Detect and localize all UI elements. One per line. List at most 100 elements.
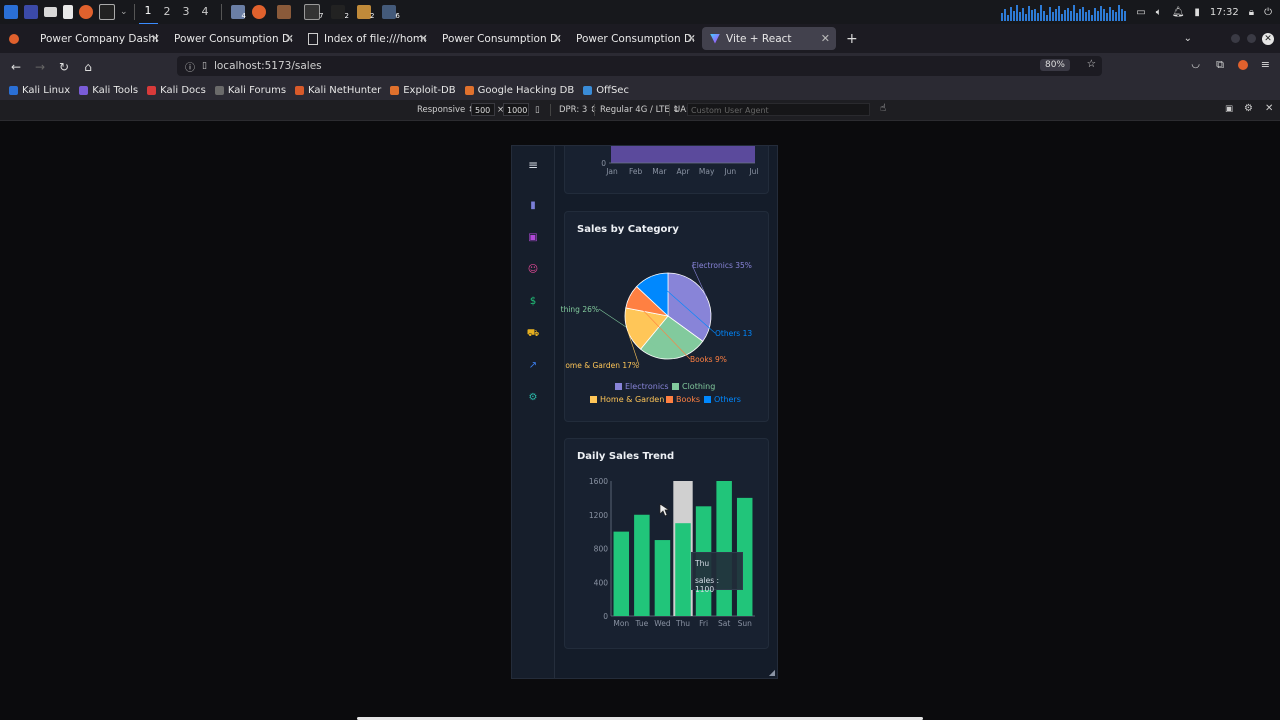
- close-tab-icon[interactable]: ✕: [687, 32, 696, 45]
- close-tab-icon[interactable]: ✕: [151, 32, 160, 45]
- user-agent-input[interactable]: Custom User Agent: [687, 103, 870, 116]
- chevron-down-icon[interactable]: ⌄: [120, 7, 128, 17]
- archive-window-icon[interactable]: [356, 5, 371, 19]
- bookmark-item[interactable]: OffSec: [583, 85, 629, 96]
- close-tab-icon[interactable]: ✕: [821, 32, 830, 45]
- cart-icon[interactable]: ⛟: [525, 327, 541, 341]
- bookmark-item[interactable]: Kali Linux: [9, 85, 70, 96]
- bookmark-star-icon[interactable]: ☆: [1087, 58, 1096, 70]
- close-window-button[interactable]: ✕: [1262, 32, 1274, 45]
- bookmark-label: Kali NetHunter: [308, 84, 382, 96]
- taskbar: ⌄ 1 2 3 4 4 7 2 2 6 ▭ 🔈︎ 🔔︎ ▮ 17:32 🔒︎ ⏻: [0, 0, 1280, 25]
- bar-thu[interactable]: [675, 523, 691, 616]
- extensions-icon[interactable]: ⧉: [1216, 58, 1224, 72]
- close-tab-icon[interactable]: ✕: [419, 32, 428, 45]
- display-icon[interactable]: ▭: [1136, 7, 1145, 18]
- tab-5[interactable]: Vite + React ✕: [702, 27, 836, 50]
- dashboard-chart-icon[interactable]: ▮: [525, 199, 541, 213]
- new-tab-button[interactable]: +: [846, 31, 858, 47]
- workspace-3[interactable]: 3: [177, 0, 196, 24]
- settings-gear-icon[interactable]: ⚙︎: [1244, 103, 1253, 114]
- shopping-bag-icon[interactable]: ▣: [525, 231, 541, 245]
- shell-app-icon[interactable]: [99, 4, 115, 20]
- volume-icon[interactable]: 🔈︎: [1156, 7, 1162, 18]
- bar-sat[interactable]: [716, 481, 732, 616]
- settings-icon[interactable]: ⚙︎: [525, 391, 541, 405]
- window-icon[interactable]: [382, 5, 397, 19]
- firefox-view-icon[interactable]: [6, 29, 26, 49]
- viewport-height-input[interactable]: 1000: [503, 103, 529, 116]
- terminal-app-icon[interactable]: [24, 5, 38, 19]
- editor-app-icon[interactable]: [63, 5, 73, 19]
- back-button[interactable]: ←: [4, 60, 28, 74]
- rotate-device-icon[interactable]: ▯: [535, 105, 540, 115]
- power-icon[interactable]: ⏻: [1264, 7, 1272, 18]
- device-preset-select[interactable]: Responsive ⇕: [417, 105, 475, 115]
- tab-label: Power Consumption Dashbo: [174, 32, 292, 45]
- tab-2[interactable]: Index of file:///home/kali/✕: [300, 24, 434, 53]
- package-window-icon[interactable]: [277, 5, 292, 19]
- legend-item[interactable]: Clothing: [672, 382, 715, 391]
- pocket-icon[interactable]: ◡: [1191, 59, 1200, 70]
- tab-3[interactable]: Power Consumption Dashbo✕: [434, 24, 568, 53]
- network-throttle-select[interactable]: Regular 4G / LTE ⇕: [600, 105, 680, 115]
- close-tab-icon[interactable]: ✕: [553, 32, 562, 45]
- legend-item[interactable]: Home & Garden: [590, 395, 664, 404]
- window-icon[interactable]: [331, 5, 346, 19]
- site-info-icon[interactable]: ⓘ: [185, 59, 195, 74]
- resize-handle-icon[interactable]: ◢: [769, 668, 775, 677]
- firefox-window-icon[interactable]: [252, 5, 267, 19]
- tab-0[interactable]: Power Company Dashboard✕: [32, 24, 166, 53]
- bookmark-item[interactable]: Exploit-DB: [390, 85, 456, 96]
- kali-menu-icon[interactable]: [4, 5, 18, 19]
- workspace-2[interactable]: 2: [158, 0, 177, 24]
- zoom-level[interactable]: 80%: [1039, 59, 1070, 71]
- bookmark-item[interactable]: Kali NetHunter: [295, 85, 381, 96]
- users-icon[interactable]: ☺︎: [525, 263, 541, 277]
- bar-mon[interactable]: [613, 531, 630, 616]
- tab-1[interactable]: Power Consumption Dashbo✕: [166, 24, 300, 53]
- pie-label: Books 9%: [690, 355, 727, 364]
- viewport-width-input[interactable]: 500: [471, 103, 495, 116]
- dpr-select[interactable]: DPR: 3 ⇕: [559, 105, 597, 115]
- bookmark-item[interactable]: Kali Docs: [147, 85, 206, 96]
- reload-button[interactable]: ↻: [52, 60, 76, 74]
- legend-item[interactable]: Others: [704, 395, 741, 404]
- screenshot-icon[interactable]: ▣: [1225, 104, 1233, 114]
- url-text[interactable]: localhost:5173/sales: [214, 60, 322, 72]
- maximize-button[interactable]: [1247, 34, 1256, 43]
- area-fill: [611, 146, 755, 163]
- bar-tue[interactable]: [634, 514, 650, 616]
- touch-simulation-icon[interactable]: ☝︎: [880, 103, 886, 114]
- trend-icon[interactable]: ↗: [525, 359, 541, 373]
- legend-swatch: [704, 396, 711, 403]
- legend-item[interactable]: Books: [666, 395, 700, 404]
- tab-4[interactable]: Power Consumption Dashbo✕: [568, 24, 702, 53]
- notification-bell-icon[interactable]: 🔔︎: [1172, 7, 1185, 18]
- bookmark-item[interactable]: Kali Tools: [79, 85, 138, 96]
- minimize-button[interactable]: [1231, 34, 1240, 43]
- clock[interactable]: 17:32: [1210, 7, 1239, 18]
- bookmark-item[interactable]: Kali Forums: [214, 85, 286, 96]
- x-tick-label: Sun: [738, 619, 753, 628]
- bookmark-item[interactable]: Google Hacking DB: [464, 85, 574, 96]
- close-tab-icon[interactable]: ✕: [285, 32, 294, 45]
- menu-icon[interactable]: ≡: [1261, 58, 1270, 71]
- extension-fox-icon[interactable]: [1238, 60, 1248, 70]
- workspace-4[interactable]: 4: [196, 0, 215, 24]
- dollar-icon[interactable]: $: [525, 295, 541, 309]
- files-app-icon[interactable]: [44, 7, 57, 17]
- forward-button[interactable]: →: [28, 60, 52, 74]
- bar-wed[interactable]: [654, 540, 671, 616]
- firefox-app-icon[interactable]: [79, 5, 93, 19]
- workspace-1[interactable]: 1: [138, 0, 158, 25]
- legend-item[interactable]: Electronics: [615, 382, 669, 391]
- battery-icon[interactable]: ▮: [1194, 7, 1200, 18]
- list-all-tabs-icon[interactable]: ⌄: [1184, 33, 1192, 44]
- close-rdm-icon[interactable]: ✕: [1265, 103, 1273, 114]
- terminal-window-icon[interactable]: [304, 4, 321, 20]
- hamburger-menu-icon[interactable]: ≡: [525, 158, 541, 172]
- lock-icon[interactable]: 🔒︎: [1249, 7, 1254, 18]
- home-button[interactable]: ⌂: [76, 60, 100, 74]
- url-bar[interactable]: ⓘ ▯ localhost:5173/sales 80% ☆: [177, 56, 1102, 76]
